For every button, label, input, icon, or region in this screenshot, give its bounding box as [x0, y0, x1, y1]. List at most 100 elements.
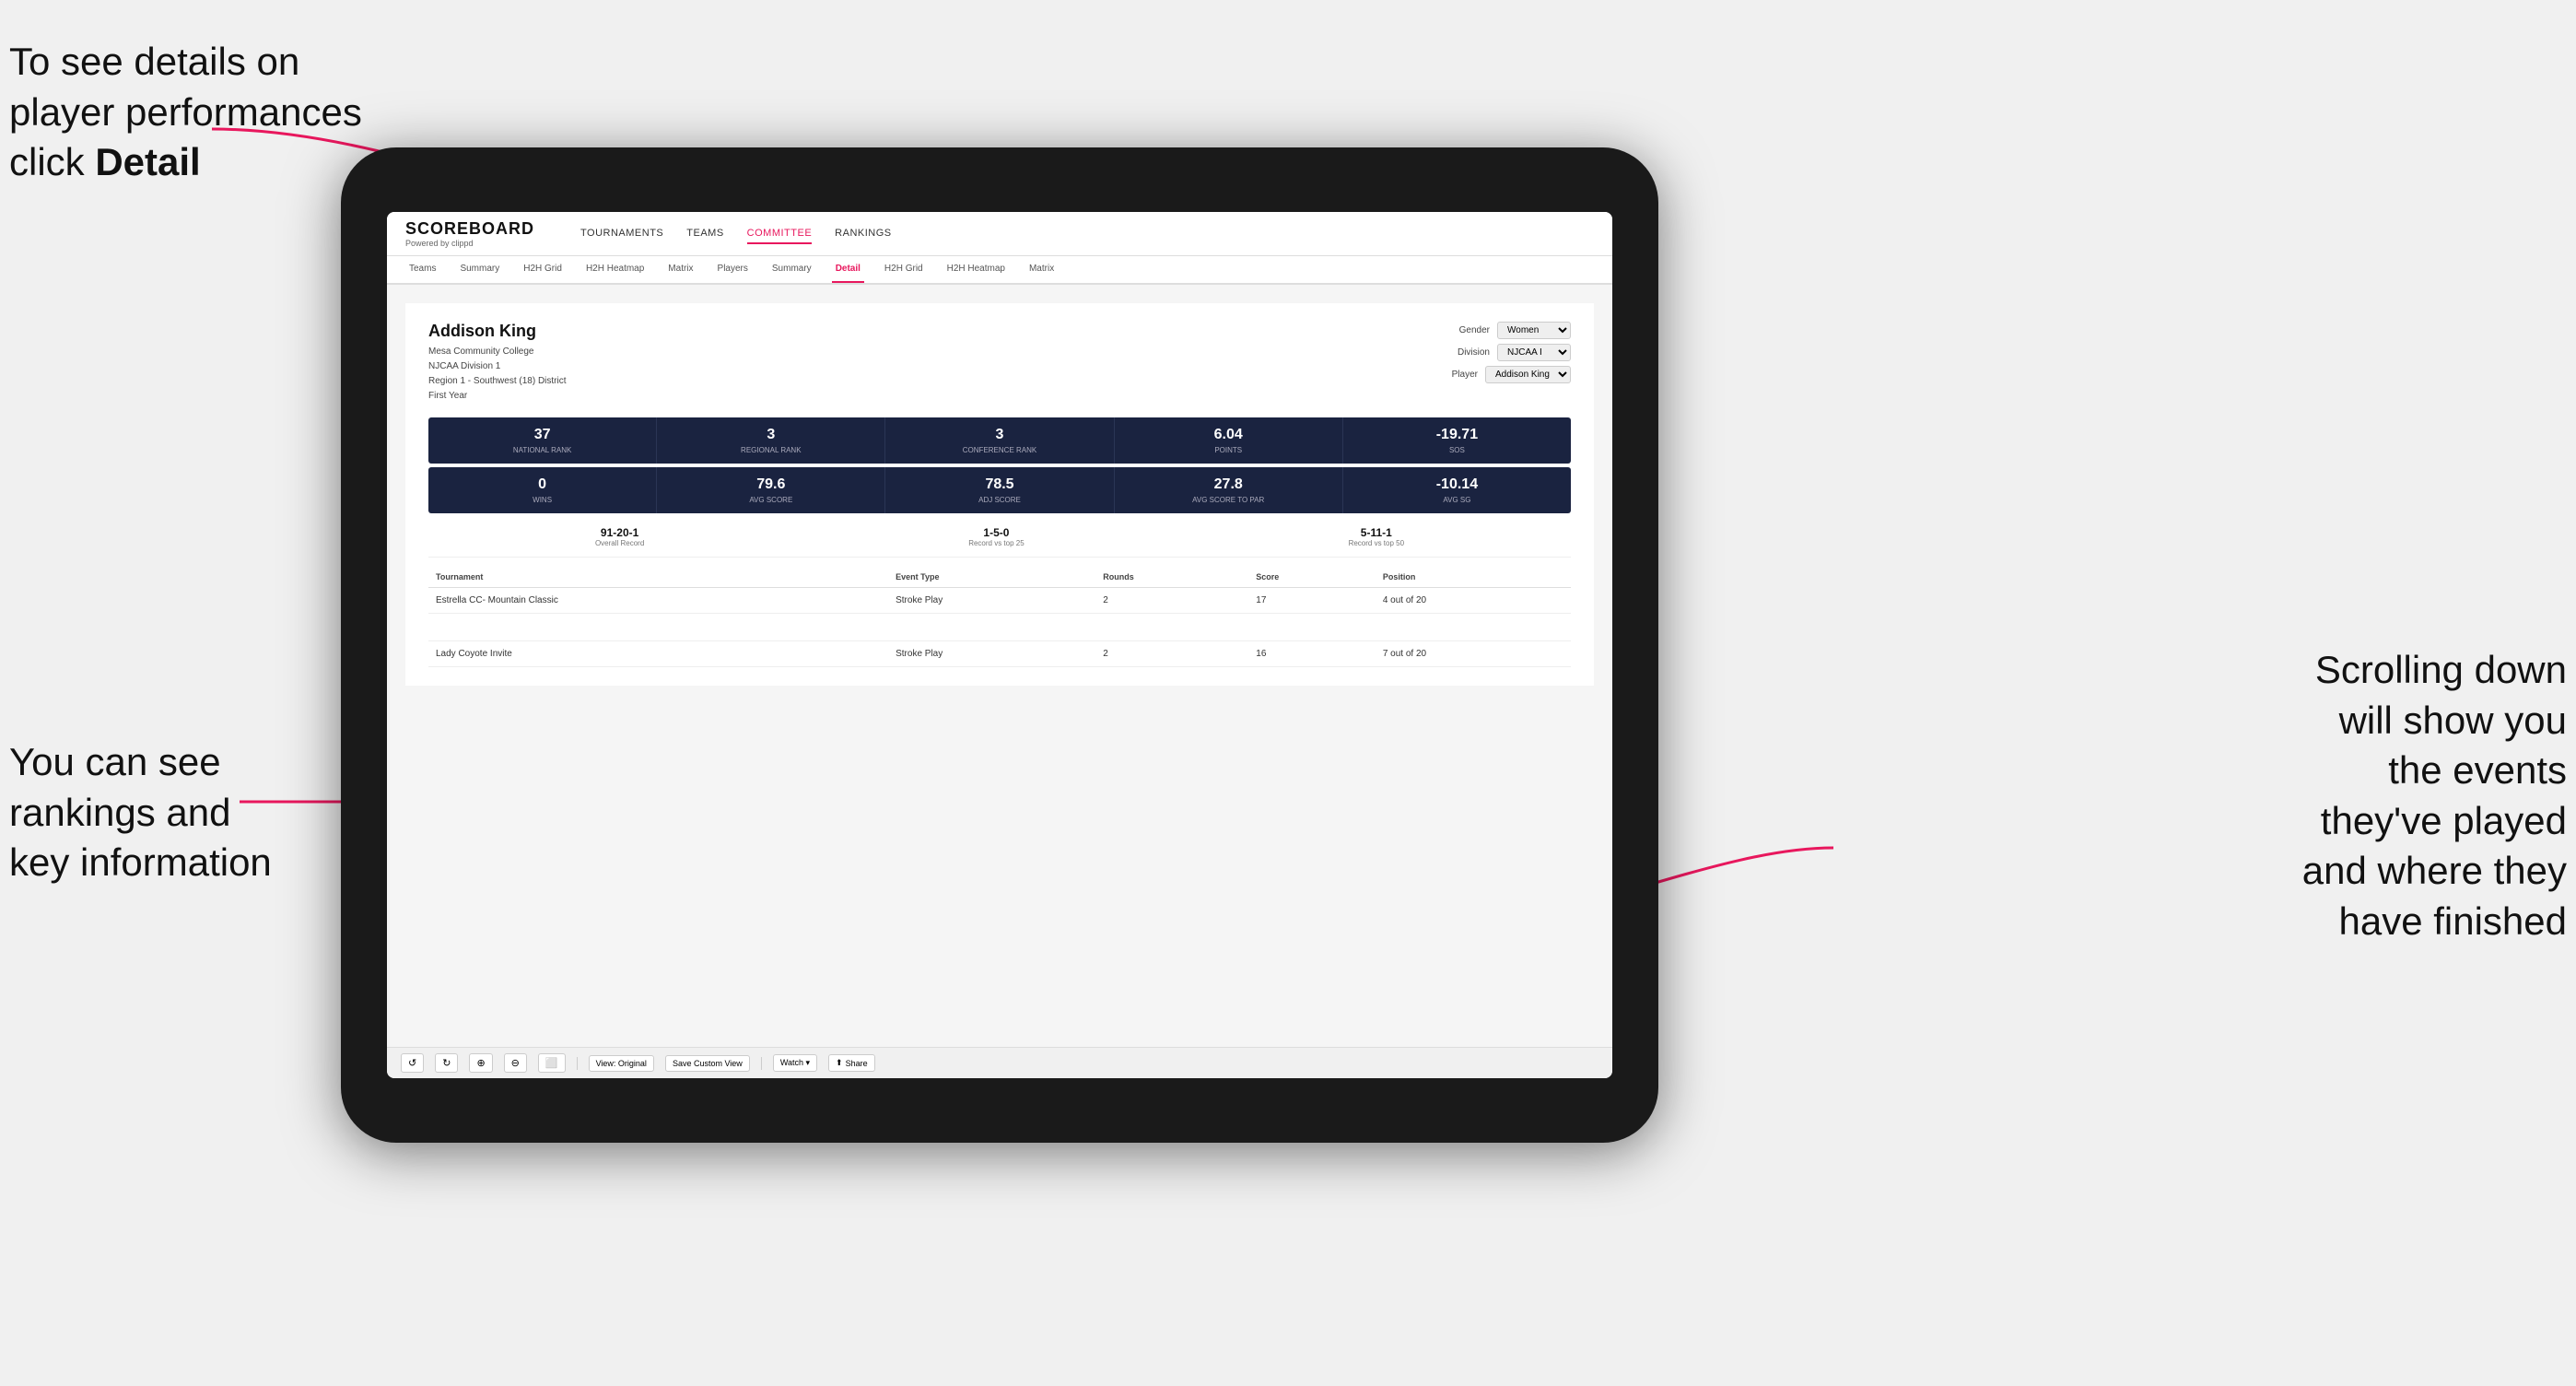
- player-college: Mesa Community College: [428, 345, 567, 359]
- stats-row-2: 0 Wins 79.6 Avg Score 78.5 Adj Score 27.…: [428, 467, 1571, 513]
- score: 17: [1248, 588, 1376, 614]
- avg-score-label: Avg Score: [662, 496, 880, 504]
- zoom-out-icon: ⊖: [511, 1057, 520, 1069]
- tab-h2h-heatmap-2[interactable]: H2H Heatmap: [943, 256, 1009, 283]
- logo-area: SCOREBOARD Powered by clippd: [405, 219, 534, 248]
- top25-record-label: Record vs top 25: [968, 539, 1024, 547]
- tournament-table: Tournament Event Type Rounds Score Posit…: [428, 567, 1571, 667]
- tab-players-summary[interactable]: Summary: [768, 256, 815, 283]
- tab-h2h-heatmap[interactable]: H2H Heatmap: [582, 256, 648, 283]
- save-custom-view-button[interactable]: Save Custom View: [665, 1055, 750, 1072]
- col-score: Score: [1248, 567, 1376, 588]
- regional-rank-value: 3: [662, 427, 880, 443]
- toolbar-separator-2: [761, 1057, 762, 1070]
- zoom-in-icon: ⊕: [476, 1057, 485, 1069]
- conference-rank-value: 3: [890, 427, 1108, 443]
- nav-teams[interactable]: TEAMS: [686, 224, 723, 244]
- nav-committee[interactable]: COMMITTEE: [747, 224, 813, 244]
- player-filter-row: Player Addison King: [1452, 366, 1571, 383]
- player-region: Region 1 - Southwest (18) District: [428, 374, 567, 389]
- top50-record: 5-11-1 Record vs top 50: [1349, 526, 1404, 547]
- col-rounds: Rounds: [1095, 567, 1248, 588]
- sos-label: SoS: [1348, 446, 1566, 454]
- bottom-toolbar: ↺ ↻ ⊕ ⊖ ⬜ View: Original Save Custom Vie…: [387, 1047, 1612, 1078]
- position-2: 7 out of 20: [1376, 641, 1571, 667]
- nav-tournaments[interactable]: TOURNAMENTS: [580, 224, 663, 244]
- tablet-screen: SCOREBOARD Powered by clippd TOURNAMENTS…: [387, 212, 1612, 1078]
- avg-score-par-label: Avg Score to Par: [1119, 496, 1338, 504]
- tournament-name-2: Lady Coyote Invite: [428, 641, 888, 667]
- table-header-row: Tournament Event Type Rounds Score Posit…: [428, 567, 1571, 588]
- nav-rankings[interactable]: RANKINGS: [835, 224, 891, 244]
- tab-matrix[interactable]: Matrix: [664, 256, 697, 283]
- gender-label: Gender: [1459, 325, 1490, 335]
- top50-record-label: Record vs top 50: [1349, 539, 1404, 547]
- player-detail-card: Addison King Mesa Community College NJCA…: [405, 303, 1594, 686]
- player-label: Player: [1452, 370, 1478, 380]
- national-rank-label: National Rank: [433, 446, 651, 454]
- records-row: 91-20-1 Overall Record 1-5-0 Record vs t…: [428, 517, 1571, 558]
- ann-br-l3: the events: [2388, 748, 2567, 792]
- col-event-type: Event Type: [888, 567, 1095, 588]
- regional-rank-label: Regional Rank: [662, 446, 880, 454]
- tab-players[interactable]: Players: [714, 256, 752, 283]
- tab-h2h-grid[interactable]: H2H Grid: [520, 256, 566, 283]
- table-row: Estrella CC- Mountain Classic Stroke Pla…: [428, 588, 1571, 614]
- event-type-2: Stroke Play: [888, 641, 1095, 667]
- player-year: First Year: [428, 389, 567, 404]
- avg-score-value: 79.6: [662, 476, 880, 493]
- share-button[interactable]: ⬆ Share: [828, 1054, 875, 1072]
- watch-label: Watch ▾: [780, 1058, 810, 1068]
- tab-teams[interactable]: Teams: [405, 256, 439, 283]
- tab-matrix-2[interactable]: Matrix: [1025, 256, 1058, 283]
- overall-record-label: Overall Record: [595, 539, 644, 547]
- undo-icon: ↺: [408, 1057, 416, 1069]
- wins-value: 0: [433, 476, 651, 493]
- tab-detail[interactable]: Detail: [832, 256, 864, 283]
- player-header: Addison King Mesa Community College NJCA…: [428, 322, 1571, 404]
- player-select[interactable]: Addison King: [1485, 366, 1571, 383]
- save-label: Save Custom View: [673, 1059, 743, 1068]
- stat-points: 6.04 Points: [1115, 417, 1343, 464]
- national-rank-value: 37: [433, 427, 651, 443]
- overall-record: 91-20-1 Overall Record: [595, 526, 644, 547]
- division-filter-row: Division NJCAA I NJCAA II: [1458, 344, 1571, 361]
- ann-br-l1: Scrolling down: [2315, 648, 2567, 691]
- stat-conference-rank: 3 Conference Rank: [885, 417, 1114, 464]
- top-navigation: SCOREBOARD Powered by clippd TOURNAMENTS…: [387, 212, 1612, 256]
- col-position: Position: [1376, 567, 1571, 588]
- wins-label: Wins: [433, 496, 651, 504]
- tab-summary[interactable]: Summary: [456, 256, 503, 283]
- adj-score-label: Adj Score: [890, 496, 1108, 504]
- undo-button[interactable]: ↺: [401, 1053, 424, 1073]
- player-info: Addison King Mesa Community College NJCA…: [428, 322, 567, 404]
- ann-line3-pre: click: [9, 140, 95, 183]
- ann-bl-l1: You can see: [9, 740, 221, 783]
- stat-national-rank: 37 National Rank: [428, 417, 657, 464]
- adj-score-value: 78.5: [890, 476, 1108, 493]
- watch-button[interactable]: Watch ▾: [773, 1054, 817, 1072]
- ann-br-l6: have finished: [2338, 899, 2567, 943]
- ann-br-l2: will show you: [2339, 699, 2567, 742]
- gender-select[interactable]: Women Men: [1497, 322, 1571, 339]
- zoom-out-button[interactable]: ⊖: [504, 1053, 527, 1073]
- table-row: Lady Coyote Invite Stroke Play 2 16 7 ou…: [428, 641, 1571, 667]
- share-label: Share: [846, 1059, 868, 1068]
- division-select[interactable]: NJCAA I NJCAA II: [1497, 344, 1571, 361]
- view-original-button[interactable]: View: Original: [589, 1055, 654, 1072]
- sos-value: -19.71: [1348, 427, 1566, 443]
- ann-line1: To see details on: [9, 40, 299, 83]
- tab-h2h-grid-2[interactable]: H2H Grid: [881, 256, 927, 283]
- points-label: Points: [1119, 446, 1338, 454]
- event-type: Stroke Play: [888, 588, 1095, 614]
- logo-title: SCOREBOARD: [405, 219, 534, 239]
- nav-items: TOURNAMENTS TEAMS COMMITTEE RANKINGS: [580, 224, 892, 244]
- stats-row-1: 37 National Rank 3 Regional Rank 3 Confe…: [428, 417, 1571, 464]
- redo-button[interactable]: ↻: [435, 1053, 458, 1073]
- zoom-in-button[interactable]: ⊕: [469, 1053, 492, 1073]
- fit-button[interactable]: ⬜: [538, 1053, 566, 1073]
- tournament-name: Estrella CC- Mountain Classic: [428, 588, 888, 614]
- rounds: 2: [1095, 588, 1248, 614]
- stat-avg-sg: -10.14 Avg SG: [1343, 467, 1571, 513]
- player-division: NJCAA Division 1: [428, 359, 567, 374]
